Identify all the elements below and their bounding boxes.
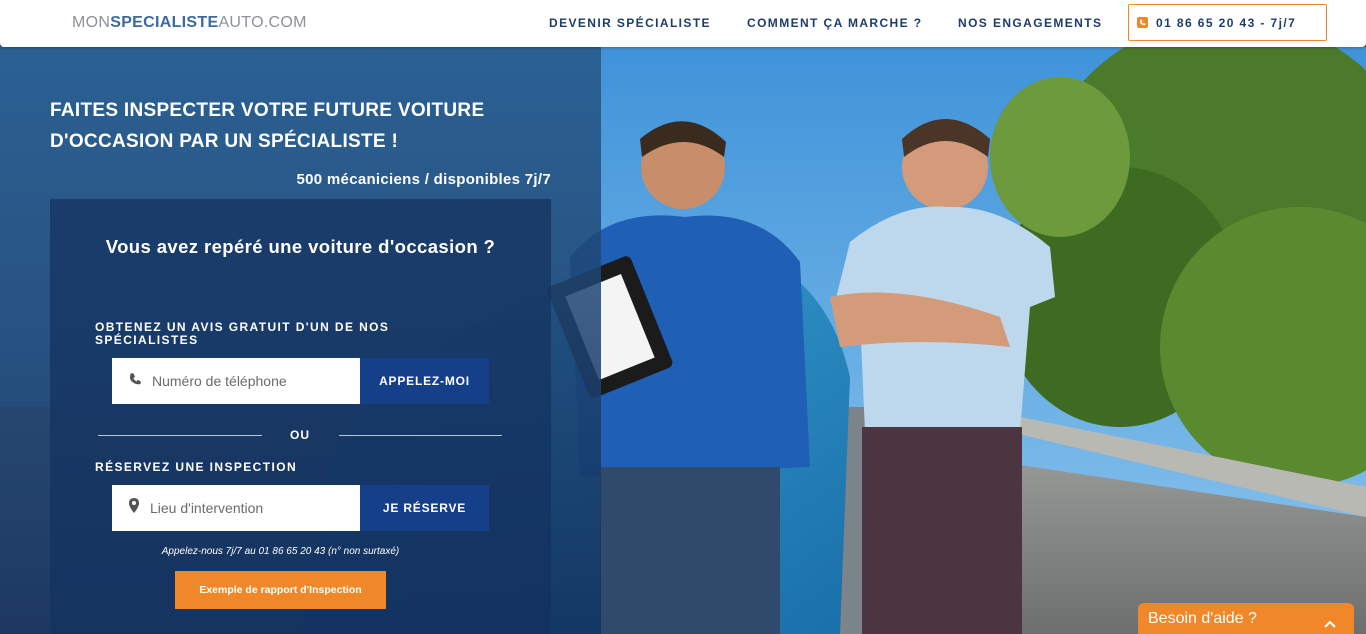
phone-icon xyxy=(128,372,142,391)
form-title: Vous avez repéré une voiture d'occasion … xyxy=(105,236,496,257)
top-navbar: MONSPECIALISTEAUTO.COM DEVENIR SPÉCIALIS… xyxy=(0,0,1366,47)
map-pin-icon xyxy=(128,498,140,518)
phone-number-field[interactable] xyxy=(112,358,360,404)
logo-part-auto: AUTO.COM xyxy=(218,14,307,31)
hero-section: FAITES INSPECTER VOTRE FUTURE VOITURE D'… xyxy=(0,47,1366,634)
book-inspection-label: RÉSERVEZ UNE INSPECTION xyxy=(95,460,298,474)
chevron-up-icon xyxy=(1324,615,1336,633)
or-separator: OU xyxy=(290,428,310,442)
inspection-report-example-button[interactable]: Exemple de rapport d'Inspection xyxy=(175,571,386,609)
site-logo[interactable]: MONSPECIALISTEAUTO.COM xyxy=(72,14,307,32)
call-us-note: Appelez-nous 7j/7 au 01 86 65 20 43 (n° … xyxy=(161,546,400,557)
nav-link-comment-ca-marche[interactable]: COMMENT ÇA MARCHE ? xyxy=(747,16,922,30)
hero-subtitle: 500 mécaniciens / disponibles 7j/7 xyxy=(296,171,551,188)
inspection-form-panel: Vous avez repéré une voiture d'occasion … xyxy=(50,199,551,634)
reserve-button[interactable]: JE RÉSERVE xyxy=(360,485,489,531)
divider-left xyxy=(98,435,262,436)
call-me-button[interactable]: APPELEZ-MOI xyxy=(360,358,489,404)
logo-part-specialiste: SPECIALISTE xyxy=(110,14,219,31)
location-field[interactable] xyxy=(112,485,360,531)
nav-link-devenir-specialiste[interactable]: DEVENIR SPÉCIALISTE xyxy=(549,16,711,30)
header-phone-button[interactable]: 01 86 65 20 43 - 7j/7 xyxy=(1128,4,1327,41)
header-phone-label: 01 86 65 20 43 - 7j/7 xyxy=(1156,15,1297,30)
location-input[interactable] xyxy=(150,500,350,516)
free-advice-label: OBTENEZ UN AVIS GRATUIT D'UN DE NOS SPÉC… xyxy=(95,320,390,347)
logo-part-mon: MON xyxy=(72,14,111,31)
help-chat-label: Besoin d'aide ? xyxy=(1148,609,1257,627)
help-chat-widget[interactable]: Besoin d'aide ? xyxy=(1138,603,1354,634)
hero-title: FAITES INSPECTER VOTRE FUTURE VOITURE D'… xyxy=(50,100,485,152)
phone-number-input[interactable] xyxy=(152,373,352,389)
nav-link-nos-engagements[interactable]: NOS ENGAGEMENTS xyxy=(958,16,1102,30)
divider-right xyxy=(339,435,502,436)
phone-icon xyxy=(1137,17,1148,28)
